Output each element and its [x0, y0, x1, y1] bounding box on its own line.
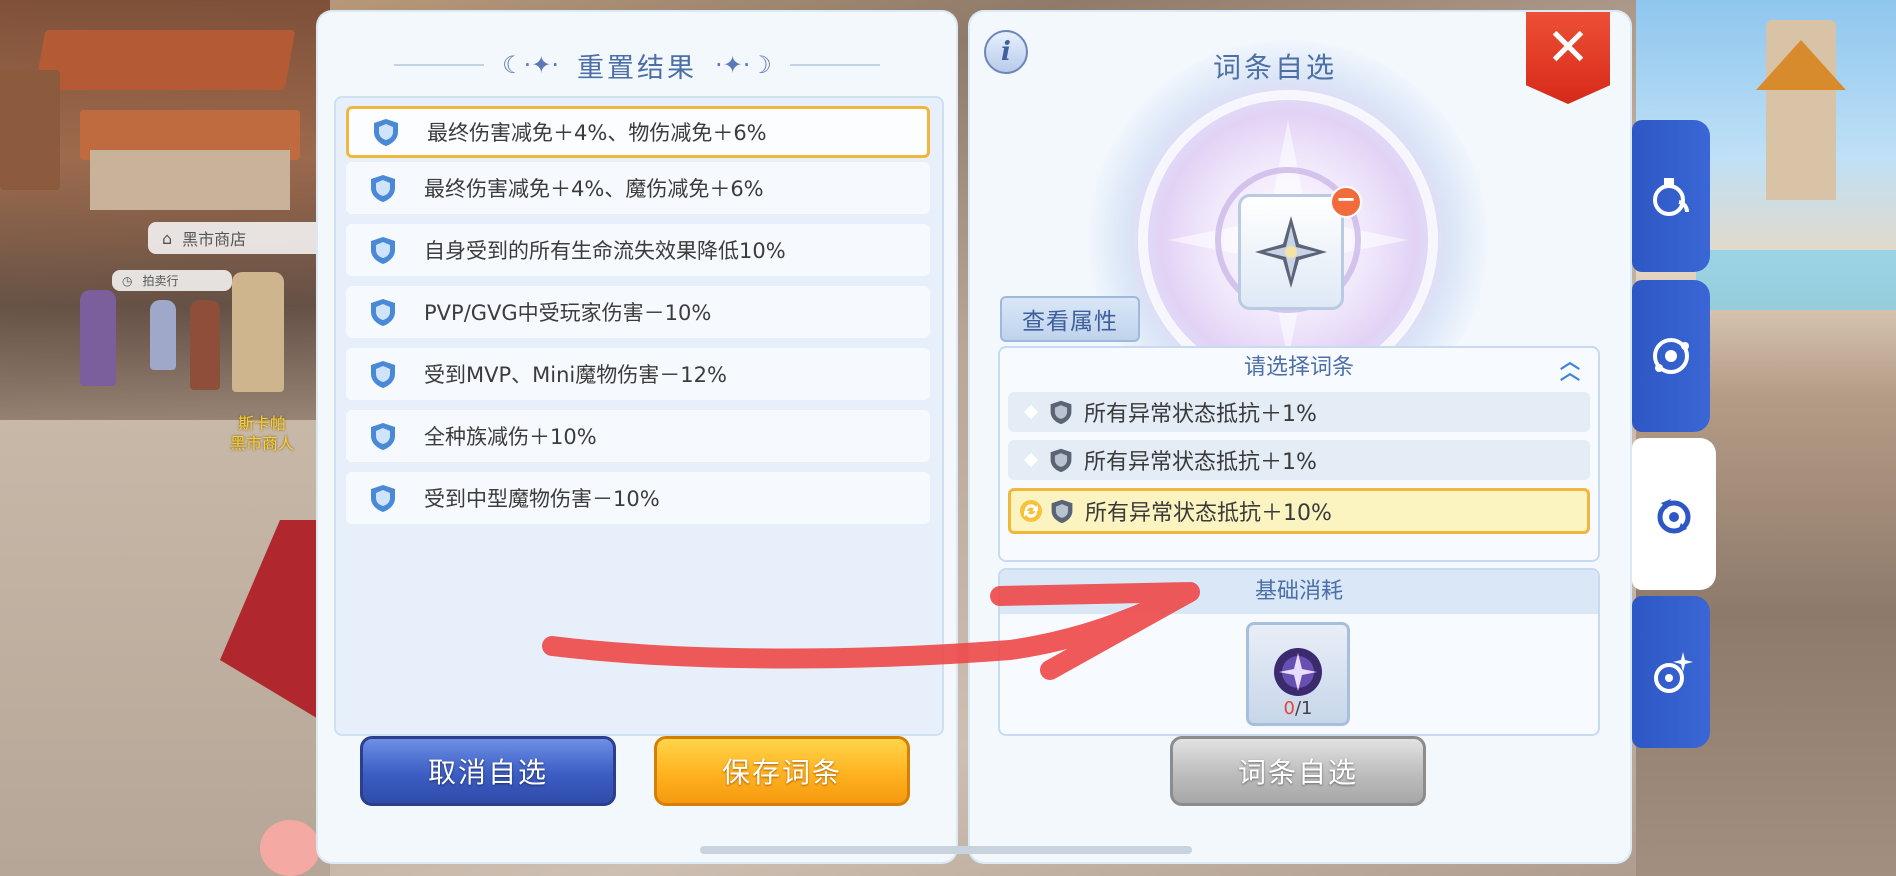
refine-icon — [1657, 499, 1691, 534]
side-tab-sparkle[interactable] — [1632, 596, 1710, 748]
wall — [0, 70, 60, 190]
player-character[interactable] — [190, 300, 220, 390]
side-tab-potion[interactable] — [1632, 120, 1710, 272]
diamond-bullet-icon — [1023, 452, 1039, 468]
pink-blob — [260, 820, 320, 876]
affix-option-text: 所有异常状态抵抗＋1% — [1084, 450, 1317, 475]
title-divider — [789, 64, 880, 66]
moon-ornament-icon: ⋅✦⋅☽ — [715, 51, 772, 79]
npc-merchant[interactable] — [232, 272, 284, 392]
affix-option-text: 所有异常状态抵抗＋10% — [1085, 501, 1332, 526]
close-button[interactable]: ✕ — [1526, 12, 1610, 104]
title-divider — [394, 64, 485, 66]
cost-need: /1 — [1294, 698, 1313, 719]
bottom-scrollbar[interactable] — [700, 846, 1192, 854]
result-text: 受到中型魔物伤害－10% — [424, 487, 660, 511]
panel-title-row: ☾⋅✦⋅ 重置结果 ⋅✦⋅☽ — [318, 42, 956, 88]
cost-section: 基础消耗 0/1 — [998, 568, 1600, 736]
refresh-icon — [1017, 497, 1045, 525]
result-item[interactable]: 受到MVP、Mini魔物伤害－12% — [346, 348, 930, 400]
cost-have: 0 — [1283, 698, 1295, 719]
crystal — [1696, 250, 1896, 310]
shield-icon — [1051, 499, 1073, 524]
close-icon: ✕ — [1546, 18, 1590, 78]
shield-icon — [368, 297, 398, 327]
result-item[interactable]: 受到中型魔物伤害－10% — [346, 472, 930, 524]
affix-option-text: 所有异常状态抵抗＋1% — [1084, 402, 1317, 427]
shield-icon — [1050, 400, 1072, 425]
npc-auction-label: 拍卖行 — [142, 274, 179, 288]
npc-shop-label: 黑市商店 — [182, 230, 247, 249]
reset-result-panel: ☾⋅✦⋅ 重置结果 ⋅✦⋅☽ 最终伤害减免＋4%、物伤减免＋6% 最终伤害减免＋… — [318, 12, 956, 862]
shield-icon — [1050, 448, 1072, 473]
building-wall — [90, 150, 290, 210]
panel-title: 词条自选 — [1212, 51, 1337, 84]
player-character[interactable] — [80, 290, 116, 386]
result-text: 全种族减伤＋10% — [424, 425, 597, 449]
bag-icon: ⌂ — [162, 228, 173, 248]
affix-option[interactable]: 所有异常状态抵抗＋10% — [1008, 488, 1590, 534]
result-list: 最终伤害减免＋4%、物伤减免＋6% 最终伤害减免＋4%、魔伤减免＋6% 自身受到… — [334, 96, 944, 736]
cost-material-slot[interactable]: 0/1 — [1246, 622, 1350, 726]
clock-icon: ◷ — [122, 273, 133, 288]
affix-option[interactable]: 所有异常状态抵抗＋1% — [1008, 440, 1590, 480]
cost-count: 0/1 — [1249, 698, 1347, 719]
moon-ornament-icon: ☾⋅✦⋅ — [502, 51, 559, 79]
result-item[interactable]: 最终伤害减免＋4%、魔伤减免＋6% — [346, 162, 930, 214]
shield-icon — [368, 173, 398, 203]
result-text: 最终伤害减免＋4%、物伤减免＋6% — [427, 121, 767, 145]
orbit-icon — [1653, 338, 1689, 374]
result-item[interactable]: 自身受到的所有生命流失效果降低10% — [346, 224, 930, 276]
side-tab-refine[interactable] — [1632, 438, 1716, 590]
npc-name-label: 斯卡帕 黑市商人 — [222, 414, 302, 454]
equipment-slot[interactable] — [1238, 194, 1344, 310]
select-header: 请选择词条 — [1243, 355, 1354, 380]
shield-icon — [371, 117, 401, 147]
diamond-bullet-icon — [1023, 404, 1039, 420]
npc-auction-tag[interactable]: ◷ 拍卖行 — [112, 270, 232, 291]
cost-header: 基础消耗 — [1000, 570, 1598, 614]
npc-name-line: 斯卡帕 — [237, 414, 286, 433]
panel-title: 重置结果 — [577, 52, 697, 84]
result-text: 最终伤害减免＋4%、魔伤减免＋6% — [424, 177, 764, 201]
side-tab-orbit[interactable] — [1632, 280, 1710, 432]
minus-icon[interactable]: − — [1330, 186, 1362, 218]
sparkle-icon — [1654, 652, 1693, 693]
affix-option[interactable]: 所有异常状态抵抗＋1% — [1008, 392, 1590, 432]
view-attributes-button[interactable]: 查看属性 — [1000, 296, 1140, 342]
star-gem-icon — [1255, 216, 1327, 288]
result-text: PVP/GVG中受玩家伤害－10% — [424, 301, 712, 325]
result-text: 受到MVP、Mini魔物伤害－12% — [424, 363, 727, 387]
potion-icon — [1653, 178, 1689, 216]
result-item[interactable]: 全种族减伤＋10% — [346, 410, 930, 462]
shield-icon — [368, 483, 398, 513]
player-character[interactable] — [150, 300, 176, 370]
result-item[interactable]: 最终伤害减免＋4%、物伤减免＋6% — [346, 106, 930, 158]
custom-affix-button[interactable]: 词条自选 — [1170, 736, 1426, 806]
shield-icon — [368, 421, 398, 451]
npc-shop-tag[interactable]: ⌂ 黑市商店 — [148, 222, 326, 254]
shield-icon — [368, 235, 398, 265]
affix-option-list: 请选择词条 ︿ ︿ 所有异常状态抵抗＋1% 所有异常状态抵抗＋1% 所有异常状态抵… — [998, 346, 1600, 562]
result-item[interactable]: PVP/GVG中受玩家伤害－10% — [346, 286, 930, 338]
affix-select-panel: i 词条自选 ✕ − 查看属性 请选择词条 ︿ ︿ 所有异常状态抵抗＋1% 所有异… — [970, 12, 1630, 862]
result-text: 自身受到的所有生命流失效果降低10% — [424, 239, 786, 263]
shield-icon — [368, 359, 398, 389]
cancel-custom-button[interactable]: 取消自选 — [360, 736, 616, 806]
chevron-up-icon[interactable]: ︿ ︿ — [1556, 351, 1584, 382]
save-affix-button[interactable]: 保存词条 — [654, 736, 910, 806]
npc-name-line: 黑市商人 — [229, 434, 294, 453]
roof — [34, 30, 296, 90]
